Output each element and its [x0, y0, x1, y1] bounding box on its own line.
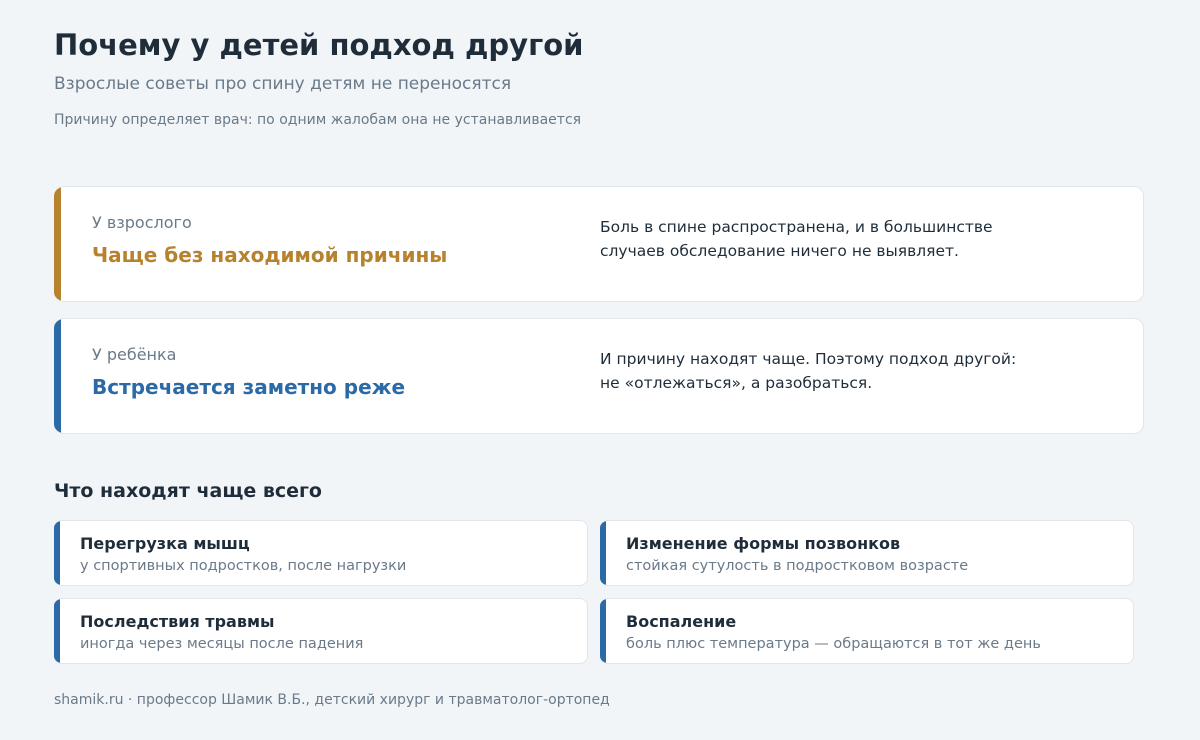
finding-title: Перегрузка мышц [80, 534, 250, 553]
comparison-card-adult: У взрослого Чаще без находимой причины Б… [54, 186, 1144, 302]
accent-bar [600, 521, 606, 585]
finding-title: Изменение формы позвонков [626, 534, 901, 553]
finding-description: у спортивных подростков, после нагрузки [80, 558, 407, 574]
finding-description: боль плюс температура — обращаются в тот… [626, 636, 1041, 652]
finding-card: Последствия травмы иногда через месяцы п… [54, 598, 588, 664]
footer-credit: shamik.ru · профессор Шамик В.Б., детски… [54, 692, 610, 708]
findings-title: Что находят чаще всего [54, 480, 322, 502]
accent-bar [54, 187, 61, 301]
comparison-label: У взрослого [92, 213, 192, 232]
comparison-description: Боль в спине распространена, и в большин… [600, 218, 993, 260]
page-title: Почему у детей подход другой [54, 28, 584, 62]
comparison-card-child: У ребёнка Встречается заметно реже И при… [54, 318, 1144, 434]
finding-card: Перегрузка мышц у спортивных подростков,… [54, 520, 588, 586]
comparison-headline: Чаще без находимой причины [92, 243, 448, 267]
accent-bar [54, 521, 60, 585]
finding-title: Воспаление [626, 612, 737, 631]
comparison-description: И причину находят чаще. Поэтому подход д… [600, 350, 1017, 392]
page-note: Причину определяет врач: по одним жалоба… [54, 112, 582, 128]
comparison-label: У ребёнка [92, 345, 177, 364]
finding-card: Изменение формы позвонков стойкая сутуло… [600, 520, 1134, 586]
finding-title: Последствия травмы [80, 612, 275, 631]
finding-card: Воспаление боль плюс температура — обращ… [600, 598, 1134, 664]
comparison-headline: Встречается заметно реже [92, 375, 406, 399]
page-subtitle: Взрослые советы про спину детям не перен… [54, 74, 512, 94]
accent-bar [54, 319, 61, 433]
accent-bar [600, 599, 606, 663]
finding-description: иногда через месяцы после падения [80, 636, 364, 652]
finding-description: стойкая сутулость в подростковом возраст… [626, 558, 969, 574]
accent-bar [54, 599, 60, 663]
